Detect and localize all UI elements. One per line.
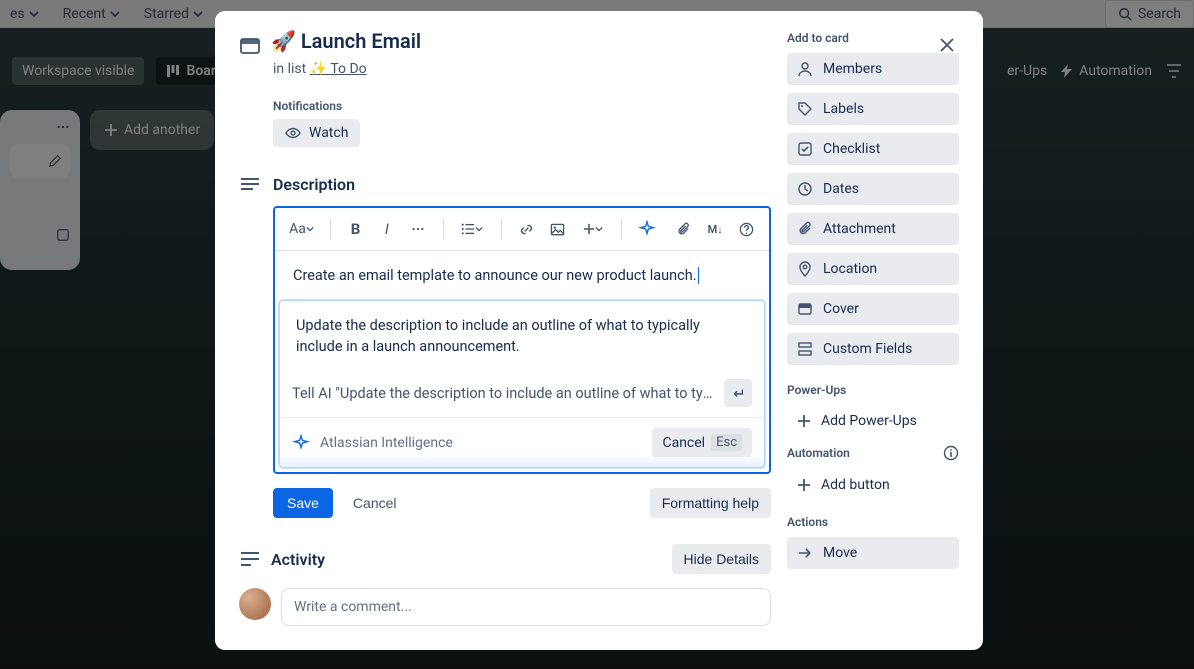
ai-brand-label: Atlassian Intelligence <box>320 435 642 451</box>
enter-icon <box>731 386 745 400</box>
save-button[interactable]: Save <box>273 488 333 518</box>
chevron-down-icon <box>595 225 603 233</box>
watch-button[interactable]: Watch <box>273 119 360 147</box>
attach-button[interactable] <box>671 216 696 242</box>
ai-sparkle-icon <box>638 220 656 238</box>
plus-icon <box>797 414 811 428</box>
fields-icon <box>797 341 813 357</box>
move-button[interactable]: Move <box>787 537 959 569</box>
chevron-down-icon <box>475 225 483 233</box>
cover-icon <box>797 301 813 317</box>
more-format-button[interactable] <box>405 216 430 242</box>
markdown-button[interactable]: M↓ <box>703 216 728 242</box>
ai-suggestion-text: Update the description to include an out… <box>280 301 764 369</box>
list-link[interactable]: ✨ To Do <box>310 61 367 77</box>
ai-footer: Atlassian Intelligence Cancel Esc <box>280 418 764 467</box>
location-button[interactable]: Location <box>787 253 959 285</box>
eye-icon <box>285 125 301 141</box>
ai-logo-icon <box>292 434 310 452</box>
hide-details-button[interactable]: Hide Details <box>672 544 771 574</box>
chevron-down-icon <box>306 225 314 233</box>
link-button[interactable] <box>514 216 539 242</box>
image-button[interactable] <box>545 216 570 242</box>
esc-badge: Esc <box>711 434 742 451</box>
submit-ai-button[interactable] <box>724 379 752 407</box>
bold-button[interactable]: B <box>343 216 368 242</box>
avatar <box>239 588 271 620</box>
close-icon <box>938 36 956 54</box>
description-heading: Description <box>273 175 771 194</box>
card-icon <box>239 35 261 57</box>
checklist-icon <box>797 141 813 157</box>
arrow-right-icon <box>797 545 813 561</box>
plus-icon <box>797 478 811 492</box>
labels-button[interactable]: Labels <box>787 93 959 125</box>
list-button[interactable] <box>456 216 489 242</box>
paperclip-icon <box>676 222 691 237</box>
ai-prompt-input[interactable]: Tell AI "Update the description to inclu… <box>292 385 716 402</box>
editor-toolbar: Aa B I M↓ <box>275 208 769 251</box>
text-style-button[interactable]: Aa <box>285 216 318 242</box>
activity-icon <box>239 548 261 570</box>
card-title[interactable]: 🚀 Launch Email <box>271 29 421 53</box>
person-icon <box>797 61 813 77</box>
activity-heading: Activity <box>271 550 325 569</box>
attachment-button[interactable]: Attachment <box>787 213 959 245</box>
link-icon <box>519 222 534 237</box>
formatting-help-button[interactable]: Formatting help <box>650 488 771 518</box>
tag-icon <box>797 101 813 117</box>
help-icon <box>739 222 754 237</box>
image-icon <box>550 222 565 237</box>
automation-heading: Automation <box>787 446 850 460</box>
editor-textarea[interactable]: Create an email template to announce our… <box>275 251 769 296</box>
in-list: in list ✨ To Do <box>273 61 771 77</box>
clock-icon <box>797 181 813 197</box>
comment-input[interactable]: Write a comment... <box>281 588 771 626</box>
description-icon <box>239 175 261 197</box>
location-icon <box>797 261 813 277</box>
card-modal: 🚀 Launch Email in list ✨ To Do Notificat… <box>215 11 983 650</box>
dates-button[interactable]: Dates <box>787 173 959 205</box>
description-editor: Aa B I M↓ <box>273 206 771 474</box>
ai-panel: Update the description to include an out… <box>279 300 765 468</box>
add-powerups-button[interactable]: Add Power-Ups <box>787 405 959 437</box>
ai-cancel-button[interactable]: Cancel Esc <box>652 428 752 457</box>
paperclip-icon <box>797 221 813 237</box>
info-icon[interactable] <box>943 445 959 461</box>
add-button-button[interactable]: Add button <box>787 469 959 501</box>
list-icon <box>461 222 475 236</box>
plus-icon <box>583 223 595 235</box>
ai-prompt-row: Tell AI "Update the description to inclu… <box>280 369 764 418</box>
actions-heading: Actions <box>787 515 959 529</box>
custom-fields-button[interactable]: Custom Fields <box>787 333 959 365</box>
powerups-heading: Power-Ups <box>787 383 959 397</box>
more-icon <box>411 222 425 236</box>
cancel-button[interactable]: Cancel <box>343 488 407 518</box>
close-button[interactable] <box>931 29 963 61</box>
cover-button[interactable]: Cover <box>787 293 959 325</box>
italic-button[interactable]: I <box>374 216 399 242</box>
help-button[interactable] <box>734 216 759 242</box>
checklist-button[interactable]: Checklist <box>787 133 959 165</box>
ai-button[interactable] <box>634 216 659 242</box>
insert-button[interactable] <box>576 216 609 242</box>
notifications-label: Notifications <box>273 99 771 113</box>
text-cursor <box>698 267 700 284</box>
